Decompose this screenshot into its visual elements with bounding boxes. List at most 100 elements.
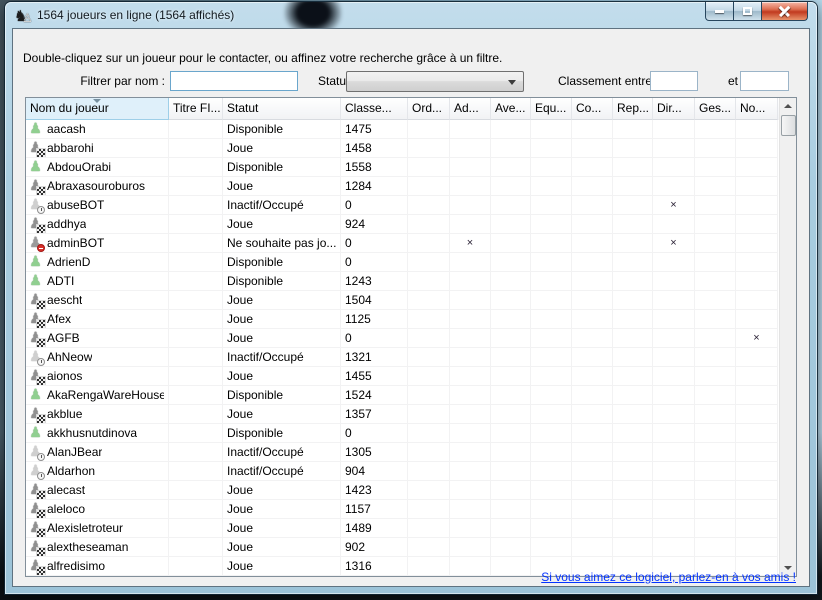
player-row[interactable]: aionosJoue1455 xyxy=(26,367,779,386)
player-row[interactable]: alecastJoue1423 xyxy=(26,481,779,500)
player-flag-cell xyxy=(736,500,778,519)
player-row[interactable]: alelocoJoue1157 xyxy=(26,500,779,519)
maximize-button[interactable] xyxy=(734,2,761,21)
player-flag-cell xyxy=(695,158,736,177)
minimize-icon xyxy=(715,10,724,13)
player-flag-cell xyxy=(408,158,450,177)
playing-badge-icon xyxy=(37,415,45,423)
player-flag-cell xyxy=(653,120,695,139)
name-filter-label: Filtrer par nom : xyxy=(13,74,165,88)
column-header-ad[interactable]: Ad... xyxy=(450,98,491,120)
player-name: alfredisimo xyxy=(47,557,105,575)
column-header-statut[interactable]: Statut xyxy=(223,98,341,120)
inactive-badge-icon xyxy=(37,453,45,461)
player-name-cell: Abraxasouroburos xyxy=(26,177,169,196)
player-flag-cell xyxy=(572,272,613,291)
player-flag-cell xyxy=(613,196,653,215)
player-row[interactable]: AbraxasouroburosJoue1284 xyxy=(26,177,779,196)
player-row[interactable]: abbarohiJoue1458 xyxy=(26,139,779,158)
player-row[interactable]: AdrienDDisponible0 xyxy=(26,253,779,272)
player-name-cell: abuseBOT xyxy=(26,196,169,215)
player-flag-cell xyxy=(695,367,736,386)
player-name: Alexisletroteur xyxy=(47,519,123,537)
player-flag-cell xyxy=(491,348,531,367)
player-row[interactable]: AkaRengaWareHouseDisponible1524 xyxy=(26,386,779,405)
player-rating-cell: 1357 xyxy=(341,405,408,424)
player-title-cell xyxy=(169,158,223,177)
column-header-nom-du-joueur[interactable]: Nom du joueur xyxy=(26,98,169,120)
player-row[interactable]: ADTIDisponible1243 xyxy=(26,272,779,291)
column-header-ave[interactable]: Ave... xyxy=(491,98,531,120)
player-status-cell: Disponible xyxy=(223,272,341,291)
player-flag-cell xyxy=(491,272,531,291)
player-row[interactable]: AfexJoue1125 xyxy=(26,310,779,329)
player-row[interactable]: AGFBJoue0× xyxy=(26,329,779,348)
column-header-co[interactable]: Co... xyxy=(572,98,613,120)
player-flag-cell xyxy=(695,120,736,139)
player-title-cell xyxy=(169,538,223,557)
column-header-classe[interactable]: Classe... xyxy=(341,98,408,120)
player-flag-cell xyxy=(653,158,695,177)
player-row[interactable]: alextheseamanJoue902 xyxy=(26,538,779,557)
column-header-no[interactable]: No... xyxy=(736,98,778,120)
player-flag-cell xyxy=(613,272,653,291)
player-flag-cell xyxy=(736,272,778,291)
player-flag-cell xyxy=(572,367,613,386)
share-link[interactable]: Si vous aimez ce logiciel, parlez-en à v… xyxy=(541,570,796,584)
player-row[interactable]: AlanJBearInactif/Occupé1305 xyxy=(26,443,779,462)
player-row[interactable]: abuseBOTInactif/Occupé0× xyxy=(26,196,779,215)
player-flag-cell: × xyxy=(736,329,778,348)
player-flag-cell xyxy=(408,519,450,538)
player-row[interactable]: AbdouOrabiDisponible1558 xyxy=(26,158,779,177)
close-button[interactable] xyxy=(761,2,808,21)
player-flag-cell xyxy=(408,291,450,310)
player-flag-cell xyxy=(736,424,778,443)
vertical-scrollbar[interactable] xyxy=(779,98,796,576)
column-header-dir[interactable]: Dir... xyxy=(653,98,695,120)
player-flag-cell xyxy=(531,291,572,310)
player-title-cell xyxy=(169,120,223,139)
player-row[interactable]: aacashDisponible1475 xyxy=(26,120,779,139)
player-row[interactable]: adminBOTNe souhaite pas jo...0×× xyxy=(26,234,779,253)
player-flag-cell xyxy=(408,120,450,139)
player-rating-cell: 1458 xyxy=(341,139,408,158)
playing-badge-icon xyxy=(37,187,45,195)
minimize-button[interactable] xyxy=(705,2,734,21)
playing-badge-icon xyxy=(37,320,45,328)
playing-badge-icon xyxy=(37,510,45,518)
player-flag-cell xyxy=(613,177,653,196)
player-rating-cell: 1475 xyxy=(341,120,408,139)
player-row[interactable]: AhNeowInactif/Occupé1321 xyxy=(26,348,779,367)
player-title-cell xyxy=(169,234,223,253)
column-header-rep[interactable]: Rep... xyxy=(613,98,653,120)
player-flag-cell xyxy=(736,215,778,234)
title-bar[interactable]: 1564 joueurs en ligne (1564 affichés) xyxy=(5,2,817,29)
column-header-ord[interactable]: Ord... xyxy=(408,98,450,120)
scrollbar-thumb[interactable] xyxy=(781,115,796,136)
player-flag-cell xyxy=(695,253,736,272)
rating-max-input[interactable] xyxy=(740,71,789,91)
filter-bar: Filtrer par nom : Statut : Classement en… xyxy=(13,71,809,95)
player-row[interactable]: aeschtJoue1504 xyxy=(26,291,779,310)
player-row[interactable]: addhyaJoue924 xyxy=(26,215,779,234)
name-filter-input[interactable] xyxy=(170,71,298,91)
player-title-cell xyxy=(169,215,223,234)
player-row[interactable]: akblueJoue1357 xyxy=(26,405,779,424)
rating-min-input[interactable] xyxy=(650,71,698,91)
player-status-cell: Joue xyxy=(223,405,341,424)
column-header-equ[interactable]: Equ... xyxy=(531,98,572,120)
column-header-ges[interactable]: Ges... xyxy=(695,98,736,120)
player-name-cell: AdrienD xyxy=(26,253,169,272)
column-header-label: Nom du joueur xyxy=(30,101,109,115)
status-dropdown[interactable] xyxy=(346,71,524,92)
playing-badge-icon xyxy=(37,567,45,575)
inactive-badge-icon xyxy=(37,206,45,214)
player-row[interactable]: akkhusnutdinovaDisponible0 xyxy=(26,424,779,443)
column-header-titre-fi[interactable]: Titre FI... xyxy=(169,98,223,120)
player-flag-cell xyxy=(736,519,778,538)
scroll-up-arrow-icon[interactable] xyxy=(780,98,797,114)
player-row[interactable]: AldarhonInactif/Occupé904 xyxy=(26,462,779,481)
player-flag-cell xyxy=(408,386,450,405)
player-row[interactable]: AlexisletroteurJoue1489 xyxy=(26,519,779,538)
player-flag-cell xyxy=(613,500,653,519)
